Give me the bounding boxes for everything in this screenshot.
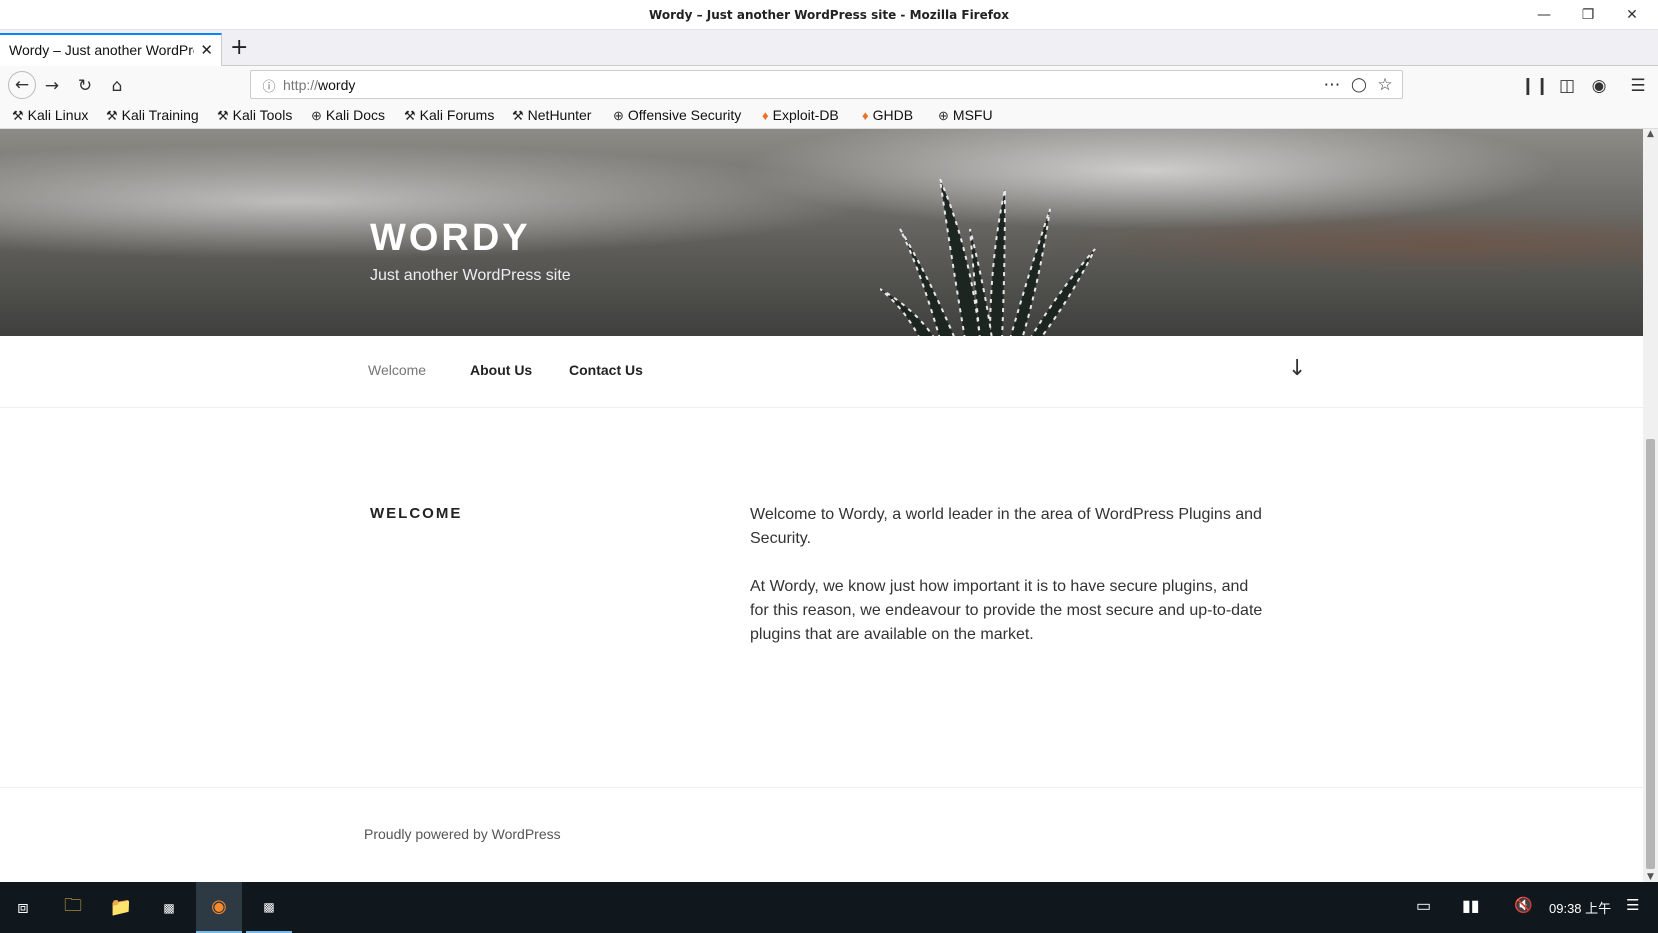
taskbar: ⧈ 🗀 📁 ▩ ◉ ▩ ▭ ▮▮ 🔇 09:38 上午 ☰ <box>0 882 1658 933</box>
bookmark-nethunter[interactable]: ⚒ NetHunter <box>512 107 591 124</box>
bookmark-kali-tools[interactable]: ⚒ Kali Tools <box>217 107 292 124</box>
globe-icon: ⊕ <box>938 108 949 123</box>
firefox-icon[interactable]: ◉ <box>196 882 242 933</box>
menu-item-about-us[interactable]: About Us <box>470 362 532 378</box>
entry-content: Welcome to Wordy, a world leader in the … <box>750 503 1270 671</box>
page-scrollbar[interactable]: ▲ ▼ <box>1643 129 1658 882</box>
tab-bar: Wordy – Just another WordPress site ✕ <box>0 30 1658 66</box>
kali-dragon-icon: ⚒ <box>217 108 229 123</box>
new-tab-button[interactable]: + <box>230 35 248 60</box>
bookmark-ghdb[interactable]: ♦ GHDB <box>862 107 913 123</box>
windows-start-icon[interactable]: ⧈ <box>0 882 46 933</box>
exploitdb-icon: ♦ <box>862 108 869 123</box>
battery-icon[interactable]: ▮▮ <box>1462 896 1480 916</box>
bookmark-exploit-db[interactable]: ♦ Exploit-DB <box>762 107 839 123</box>
tab-label: Wordy – Just another WordPress site <box>9 42 194 58</box>
globe-icon: ⊕ <box>311 108 322 123</box>
window-title: Wordy – Just another WordPress site - Mo… <box>649 8 1009 22</box>
forward-icon[interactable]: → <box>40 74 64 98</box>
bookmark-kali-forums[interactable]: ⚒ Kali Forums <box>404 107 494 124</box>
terminal-running-icon[interactable]: ▩ <box>246 882 292 933</box>
reload-icon[interactable]: ↻ <box>73 74 97 98</box>
kali-dragon-icon: ⚒ <box>404 108 416 123</box>
kali-dragon-icon: ⚒ <box>106 108 118 123</box>
entry-paragraph: At Wordy, we know just how important it … <box>750 578 1263 643</box>
main-navigation: Welcome About Us Contact Us ↓ <box>0 336 1643 408</box>
bookmark-label: GHDB <box>872 107 914 123</box>
menu-item-contact-us[interactable]: Contact Us <box>569 362 643 378</box>
site-description: Just another WordPress site <box>370 267 571 284</box>
folder-icon[interactable]: 📁 <box>98 882 144 933</box>
bookmark-label: Offensive Security <box>627 107 742 123</box>
plant-image <box>880 178 1096 339</box>
web-page: WORDY Just another WordPress site Welcom… <box>0 129 1643 882</box>
header-image: WORDY Just another WordPress site <box>0 129 1643 339</box>
info-icon[interactable]: ⓘ <box>257 73 281 97</box>
page-actions-icon[interactable]: ⋯ <box>1320 73 1344 97</box>
url-bar[interactable]: ⓘ http://wordy ⋯ ◯ ☆ <box>250 70 1403 99</box>
restore-icon[interactable]: ❐ <box>1566 0 1610 30</box>
bookmark-kali-linux[interactable]: ⚒ Kali Linux <box>12 107 88 124</box>
bookmark-label: Exploit-DB <box>772 107 839 123</box>
hamburger-menu-icon[interactable]: ☰ <box>1626 74 1650 98</box>
bookmark-msfu[interactable]: ⊕ MSFU <box>938 107 993 124</box>
site-title[interactable]: WORDY <box>370 217 531 260</box>
bookmark-star-icon[interactable]: ☆ <box>1373 73 1397 97</box>
navigation-toolbar: ← → ↻ ⌂ ⓘ http://wordy ⋯ ◯ ☆ ❙❙ ◫ ◉ ☰ <box>0 66 1658 104</box>
home-icon[interactable]: ⌂ <box>105 74 129 98</box>
scroll-up-arrow-icon[interactable]: ▲ <box>1643 129 1658 139</box>
clock[interactable]: 09:38 上午 <box>1549 898 1611 917</box>
bookmark-offensive-security[interactable]: ⊕ Offensive Security <box>613 107 741 124</box>
close-window-icon[interactable]: ✕ <box>1610 0 1654 30</box>
bookmark-label: Kali Forums <box>419 107 495 123</box>
scroll-down-button-icon[interactable]: ▼ <box>1643 872 1658 882</box>
bookmark-kali-docs[interactable]: ⊕ Kali Docs <box>311 107 385 124</box>
scrollbar-thumb[interactable] <box>1646 439 1655 869</box>
site-footer: Proudly powered by WordPress <box>0 787 1643 882</box>
bookmark-label: Kali Linux <box>27 107 89 123</box>
notifications-icon[interactable]: ☰ <box>1626 896 1639 914</box>
globe-icon: ⊕ <box>613 108 624 123</box>
bookmark-label: Kali Tools <box>232 107 293 123</box>
kali-dragon-icon: ⚒ <box>12 108 24 123</box>
terminal-icon[interactable]: ▩ <box>146 882 192 933</box>
tab-close-icon[interactable]: ✕ <box>200 41 213 59</box>
bookmark-label: Kali Docs <box>325 107 386 123</box>
url-text[interactable]: http://wordy <box>283 77 355 93</box>
sidebar-icon[interactable]: ◫ <box>1555 74 1579 98</box>
kali-dragon-icon: ⚒ <box>512 108 524 123</box>
network-icon[interactable]: ▭ <box>1416 896 1431 916</box>
url-protocol: http:// <box>283 77 319 93</box>
scroll-down-arrow-icon[interactable]: ↓ <box>1288 356 1306 381</box>
back-icon[interactable]: ← <box>8 71 36 99</box>
account-icon[interactable]: ◉ <box>1587 74 1611 98</box>
library-icon[interactable]: ❙❙ <box>1521 74 1550 98</box>
powered-by-link[interactable]: Proudly powered by WordPress <box>364 826 561 842</box>
pocket-icon[interactable]: ◯ <box>1347 73 1371 97</box>
minimize-icon[interactable]: — <box>1522 0 1566 30</box>
bookmark-label: NetHunter <box>527 107 592 123</box>
bookmark-label: Kali Training <box>121 107 199 123</box>
entry-title: WELCOME <box>370 505 463 522</box>
file-explorer-icon[interactable]: 🗀 <box>50 882 96 933</box>
bookmarks-toolbar: ⚒ Kali Linux ⚒ Kali Training ⚒ Kali Tools ⊕ Kal… <box>0 104 1658 129</box>
tab-wordy[interactable]: Wordy – Just another WordPress site ✕ <box>0 33 222 66</box>
bookmark-kali-training[interactable]: ⚒ Kali Training <box>106 107 199 124</box>
bookmark-label: MSFU <box>952 107 993 123</box>
entry-paragraph: Welcome to Wordy, a world leader in the … <box>750 506 1262 547</box>
menu-item-welcome[interactable]: Welcome <box>368 362 426 378</box>
volume-muted-icon[interactable]: 🔇 <box>1514 896 1533 914</box>
url-host: wordy <box>318 77 356 93</box>
exploitdb-icon: ♦ <box>762 108 769 123</box>
window-title-bar: Wordy – Just another WordPress site - Mo… <box>0 0 1658 30</box>
